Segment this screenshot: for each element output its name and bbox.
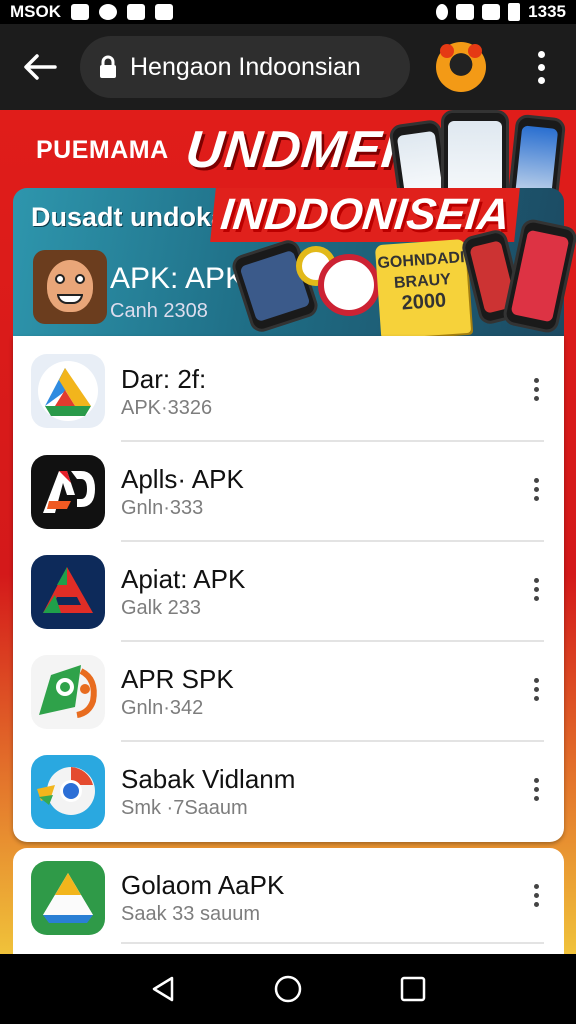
nav-home-button[interactable] — [263, 964, 313, 1014]
red-triangle-logo-icon — [31, 555, 105, 629]
more-options-button[interactable] — [534, 378, 542, 401]
dot — [538, 50, 545, 58]
more-options-button[interactable] — [534, 578, 542, 601]
mascot-image — [33, 250, 107, 324]
app-title: Apiat: APK — [121, 564, 246, 594]
profile-avatar[interactable] — [436, 42, 486, 92]
battery-icon — [508, 3, 521, 21]
hero-title: APK: APK — [110, 262, 246, 295]
triangle-back-icon — [152, 976, 173, 1002]
app-title: APR SPK — [121, 664, 234, 694]
url-bar[interactable]: Hengaon Indoonsian — [80, 36, 410, 98]
more-options-button[interactable] — [534, 478, 542, 501]
app-list-card-secondary: Golaom AaPK Saak 33 sauum — [13, 848, 564, 954]
app-subtitle: APK·3326 — [121, 397, 213, 419]
wifi-icon — [482, 4, 501, 20]
system-navigation-bar — [0, 954, 576, 1024]
image-notification-icon — [71, 4, 89, 20]
divider — [121, 942, 544, 944]
app-subtitle: Smk ·7Saaum — [121, 797, 248, 819]
hero-subtitle: Canh 2308 — [110, 300, 208, 322]
list-item[interactable]: Golaom AaPK Saak 33 sauum — [13, 848, 564, 948]
lock-icon — [100, 55, 116, 78]
app-subtitle: Galk 233 — [121, 597, 202, 619]
list-item[interactable]: Dar: 2f: APK·3326 — [13, 342, 564, 442]
back-button[interactable] — [0, 24, 80, 110]
app-subtitle: Gnln·333 — [121, 497, 204, 519]
list-item[interactable]: Aplls· APK Gnln·333 — [13, 442, 564, 542]
signal-icon — [456, 4, 475, 20]
dot — [538, 76, 545, 84]
nav-recents-button[interactable] — [388, 964, 438, 1014]
app-title: Dar: 2f: — [121, 364, 207, 394]
browser-toolbar: Hengaon Indoonsian — [0, 24, 576, 110]
ap-logo-icon — [31, 455, 105, 529]
circle-home-icon — [274, 975, 302, 1003]
arrow-left-icon — [24, 54, 57, 80]
gadgets-illustration — [229, 228, 380, 336]
more-options-button[interactable] — [534, 884, 542, 907]
download-notification-icon — [127, 4, 145, 20]
app-subtitle: Gnln·342 — [121, 697, 204, 719]
app-notification-icon — [99, 4, 117, 20]
more-options-button[interactable] — [534, 778, 542, 801]
bluetooth-icon — [436, 4, 449, 20]
shield-notification-icon — [155, 4, 173, 20]
drive-style-logo-icon — [31, 861, 105, 935]
nav-back-button[interactable] — [138, 964, 188, 1014]
square-recents-icon — [401, 976, 426, 1002]
banner-right-phones — [459, 217, 576, 336]
more-options-button[interactable] — [534, 678, 542, 701]
google-ads-triangle-icon — [31, 354, 105, 428]
banner-headline-small: PUEMAMA — [36, 136, 169, 164]
browser-menu-button[interactable] — [538, 50, 546, 84]
app-subtitle: Saak 33 sauum — [121, 903, 260, 925]
promo-badge: GOHNDADI BRAUY 2000 — [374, 238, 472, 340]
dot — [538, 63, 545, 71]
app-title: Sabak Vidlanm — [121, 764, 296, 794]
url-text: Hengaon Indoonsian — [130, 52, 361, 81]
app-list-card: Dar: 2f: APK·3326 Aplls· APK Gnln·333 Ap… — [13, 336, 564, 842]
status-bar: MSOK 1335 — [0, 0, 576, 24]
green-puzzle-logo-icon — [31, 655, 105, 729]
app-title: Aplls· APK — [121, 464, 244, 494]
app-title: Golaom AaPK — [121, 870, 285, 900]
status-left-text: MSOK — [10, 2, 61, 21]
chrome-style-logo-icon — [31, 755, 105, 829]
status-time: 1335 — [528, 2, 566, 21]
list-item[interactable]: APR SPK Gnln·342 — [13, 642, 564, 742]
list-item[interactable]: Sabak Vidlanm Smk ·7Saaum — [13, 742, 564, 842]
list-item[interactable]: Apiat: APK Galk 233 — [13, 542, 564, 642]
